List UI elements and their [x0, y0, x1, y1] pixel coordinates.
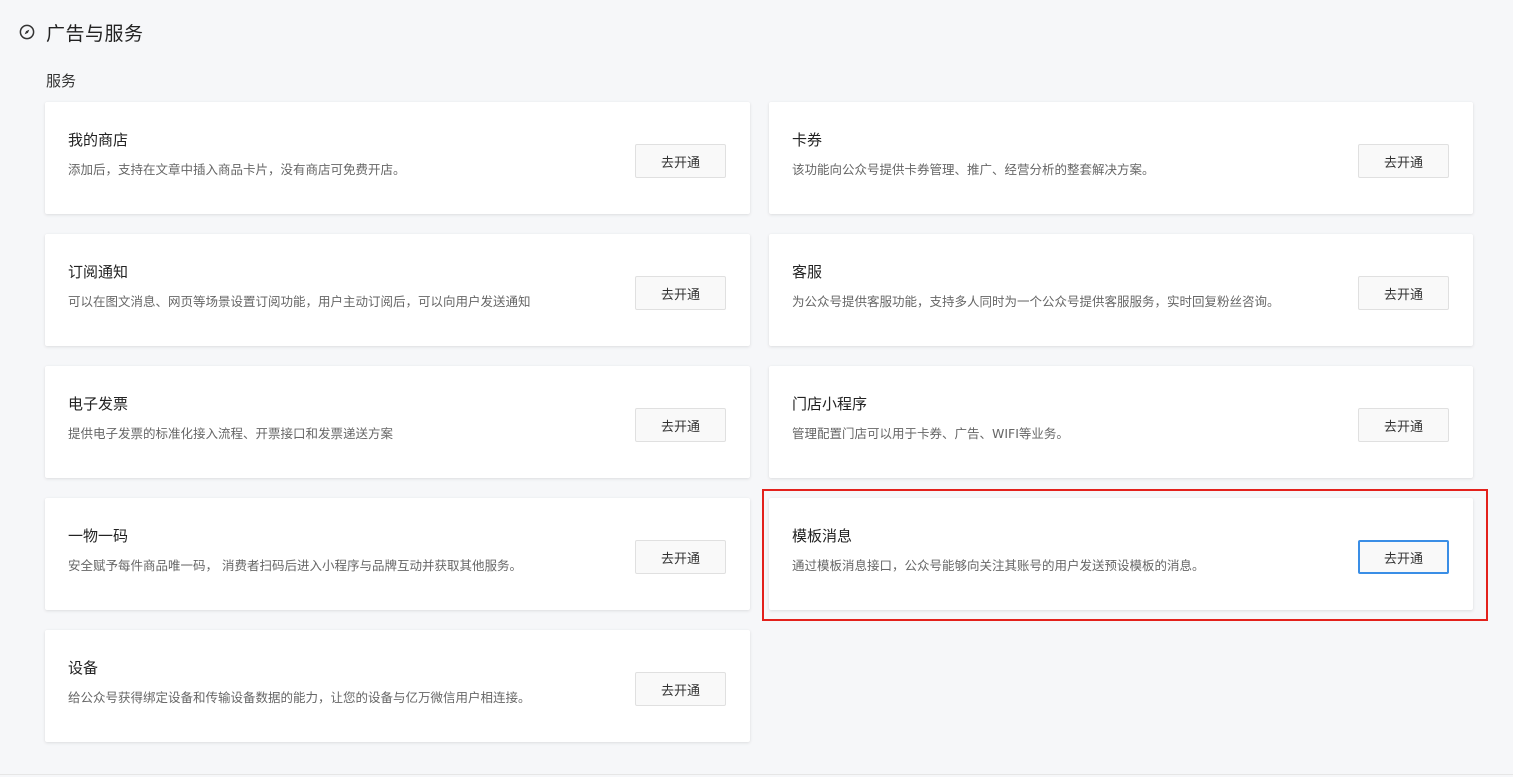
service-card-my-store: 我的商店 添加后，支持在文章中插入商品卡片，没有商店可免费开店。 去开通 [45, 102, 750, 214]
service-description: 为公众号提供客服功能，支持多人同时为一个公众号提供客服服务，实时回复粉丝咨询。 [792, 294, 1280, 309]
service-title: 卡券 [792, 131, 823, 149]
service-card-subscription-notice: 订阅通知 可以在图文消息、网页等场景设置订阅功能，用户主动订阅后，可以向用户发送… [45, 234, 750, 346]
service-grid: 我的商店 添加后，支持在文章中插入商品卡片，没有商店可免费开店。 去开通 卡券 … [45, 102, 1473, 742]
page-title: 广告与服务 [46, 22, 144, 45]
enable-one-item-one-code-button[interactable]: 去开通 [635, 540, 726, 574]
enable-e-invoice-button[interactable]: 去开通 [635, 408, 726, 442]
service-card-customer-service: 客服 为公众号提供客服功能，支持多人同时为一个公众号提供客服服务，实时回复粉丝咨… [769, 234, 1473, 346]
service-title: 门店小程序 [792, 395, 868, 413]
page-header: 广告与服务 [19, 18, 144, 46]
service-title: 订阅通知 [68, 263, 129, 281]
service-description: 提供电子发票的标准化接入流程、开票接口和发票递送方案 [68, 426, 394, 441]
service-description: 通过模板消息接口，公众号能够向关注其账号的用户发送预设模板的消息。 [792, 558, 1205, 573]
enable-coupons-button[interactable]: 去开通 [1358, 144, 1449, 178]
service-card-coupons: 卡券 该功能向公众号提供卡券管理、推广、经营分析的整套解决方案。 去开通 [769, 102, 1473, 214]
service-title: 电子发票 [68, 395, 129, 413]
enable-subscription-notice-button[interactable]: 去开通 [635, 276, 726, 310]
service-card-store-mini-program: 门店小程序 管理配置门店可以用于卡券、广告、WIFI等业务。 去开通 [769, 366, 1473, 478]
service-title: 我的商店 [68, 131, 129, 149]
enable-customer-service-button[interactable]: 去开通 [1358, 276, 1449, 310]
service-title: 设备 [68, 659, 99, 677]
service-title: 客服 [792, 263, 823, 281]
service-card-device: 设备 给公众号获得绑定设备和传输设备数据的能力，让您的设备与亿万微信用户相连接。… [45, 630, 750, 742]
bottom-divider [0, 774, 1513, 775]
enable-template-message-button[interactable]: 去开通 [1358, 540, 1449, 574]
service-card-one-item-one-code: 一物一码 安全赋予每件商品唯一码， 消费者扫码后进入小程序与品牌互动并获取其他服… [45, 498, 750, 610]
service-description: 安全赋予每件商品唯一码， 消费者扫码后进入小程序与品牌互动并获取其他服务。 [68, 558, 522, 573]
service-description: 可以在图文消息、网页等场景设置订阅功能，用户主动订阅后，可以向用户发送通知 [68, 294, 531, 309]
service-description: 管理配置门店可以用于卡券、广告、WIFI等业务。 [792, 426, 1069, 441]
enable-my-store-button[interactable]: 去开通 [635, 144, 726, 178]
section-title: 服务 [46, 72, 77, 90]
service-card-template-message: 模板消息 通过模板消息接口，公众号能够向关注其账号的用户发送预设模板的消息。 去… [769, 498, 1473, 610]
service-title: 一物一码 [68, 527, 129, 545]
enable-device-button[interactable]: 去开通 [635, 672, 726, 706]
service-description: 添加后，支持在文章中插入商品卡片，没有商店可免费开店。 [68, 162, 406, 177]
compass-icon [19, 24, 35, 40]
service-card-e-invoice: 电子发票 提供电子发票的标准化接入流程、开票接口和发票递送方案 去开通 [45, 366, 750, 478]
service-description: 给公众号获得绑定设备和传输设备数据的能力，让您的设备与亿万微信用户相连接。 [68, 690, 531, 705]
enable-store-mini-program-button[interactable]: 去开通 [1358, 408, 1449, 442]
service-description: 该功能向公众号提供卡券管理、推广、经营分析的整套解决方案。 [792, 162, 1155, 177]
service-title: 模板消息 [792, 527, 853, 545]
